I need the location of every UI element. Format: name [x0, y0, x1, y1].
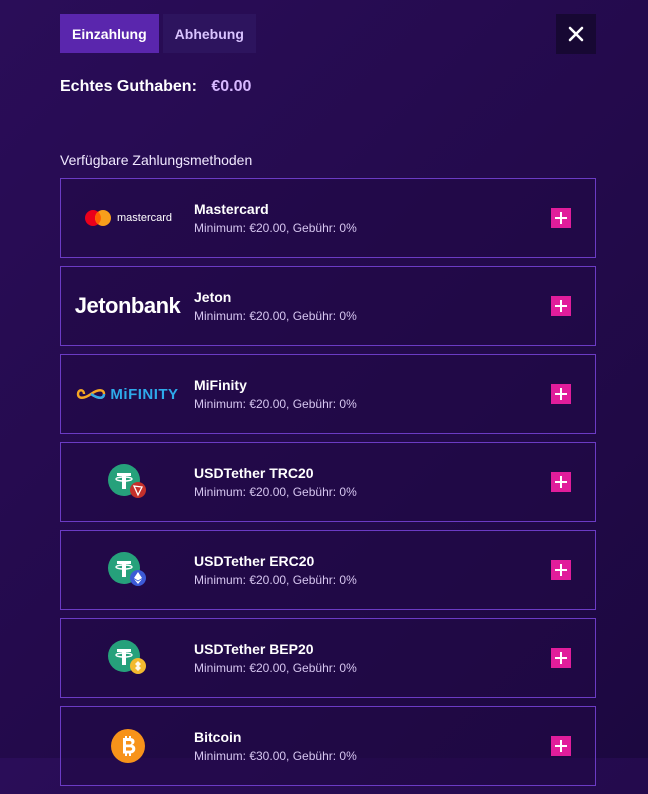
method-usdt-bep20[interactable]: USDTether BEP20 Minimum: €20.00, Gebühr:…	[60, 618, 596, 698]
method-usdt-erc20[interactable]: USDTether ERC20 Minimum: €20.00, Gebühr:…	[60, 530, 596, 610]
plus-icon	[555, 564, 567, 576]
tether-bnb-icon	[107, 640, 146, 674]
add-button[interactable]	[551, 384, 571, 404]
infinity-icon	[77, 389, 106, 399]
method-name: USDTether TRC20	[194, 465, 314, 481]
method-usdt-trc20[interactable]: USDTether TRC20 Minimum: €20.00, Gebühr:…	[60, 442, 596, 522]
method-name: Mastercard	[194, 201, 269, 217]
balance-label: Echtes Guthaben:	[60, 78, 197, 95]
tab-einzahlung[interactable]: Einzahlung	[60, 14, 159, 53]
method-meta: Minimum: €20.00, Gebühr: 0%	[194, 573, 357, 587]
jetonbank-wordmark: Jetonbank	[74, 293, 181, 318]
mifinity-logo: MiFINITY	[61, 355, 194, 433]
method-name: USDTether BEP20	[194, 641, 314, 657]
method-jeton[interactable]: Jetonbank Jeton Minimum: €20.00, Gebühr:…	[60, 266, 596, 346]
method-name: Bitcoin	[194, 729, 242, 745]
tether-tron-icon	[107, 464, 146, 498]
add-button[interactable]	[551, 560, 571, 580]
bitcoin-logo	[61, 707, 194, 785]
mastercard-logo: mastercard	[61, 179, 194, 257]
method-meta: Minimum: €20.00, Gebühr: 0%	[194, 309, 357, 323]
add-button[interactable]	[551, 736, 571, 756]
tether-ethereum-icon	[107, 552, 146, 586]
tether-bep20-logo	[61, 619, 194, 697]
plus-icon	[555, 476, 567, 488]
close-icon	[568, 26, 584, 42]
method-mastercard[interactable]: mastercard Mastercard Minimum: €20.00, G…	[60, 178, 596, 258]
mifinity-wordmark: MiFINITY	[110, 385, 179, 403]
plus-icon	[555, 300, 567, 312]
payment-tabs: Einzahlung Abhebung	[60, 14, 256, 53]
add-button[interactable]	[551, 296, 571, 316]
method-mifinity[interactable]: MiFINITY MiFinity Minimum: €20.00, Gebüh…	[60, 354, 596, 434]
add-button[interactable]	[551, 208, 571, 228]
mastercard-wordmark: mastercard	[116, 212, 173, 224]
tether-erc20-logo	[61, 531, 194, 609]
plus-icon	[555, 212, 567, 224]
plus-icon	[555, 740, 567, 752]
method-name: USDTether ERC20	[194, 553, 315, 569]
payment-method-list: mastercard Mastercard Minimum: €20.00, G…	[60, 178, 596, 794]
jetonbank-logo: Jetonbank	[61, 267, 194, 345]
method-meta: Minimum: €20.00, Gebühr: 0%	[194, 661, 357, 675]
method-name: Jeton	[194, 289, 232, 305]
balance-amount: €0.00	[211, 78, 252, 95]
mastercard-circles-icon	[84, 210, 111, 226]
bitcoin-icon	[110, 729, 145, 763]
plus-icon	[555, 652, 567, 664]
tab-abhebung[interactable]: Abhebung	[162, 14, 256, 53]
tether-trc20-logo	[61, 443, 194, 521]
method-name: MiFinity	[194, 377, 247, 393]
section-title: Verfügbare Zahlungsmethoden	[60, 152, 253, 168]
method-meta: Minimum: €30.00, Gebühr: 0%	[194, 749, 357, 763]
balance-line: Echtes Guthaben: €0.00	[60, 78, 251, 96]
method-bitcoin[interactable]: Bitcoin Minimum: €30.00, Gebühr: 0%	[60, 706, 596, 786]
plus-icon	[555, 388, 567, 400]
close-button[interactable]	[556, 14, 596, 54]
method-meta: Minimum: €20.00, Gebühr: 0%	[194, 221, 357, 235]
add-button[interactable]	[551, 648, 571, 668]
add-button[interactable]	[551, 472, 571, 492]
method-meta: Minimum: €20.00, Gebühr: 0%	[194, 485, 357, 499]
method-meta: Minimum: €20.00, Gebühr: 0%	[194, 397, 357, 411]
